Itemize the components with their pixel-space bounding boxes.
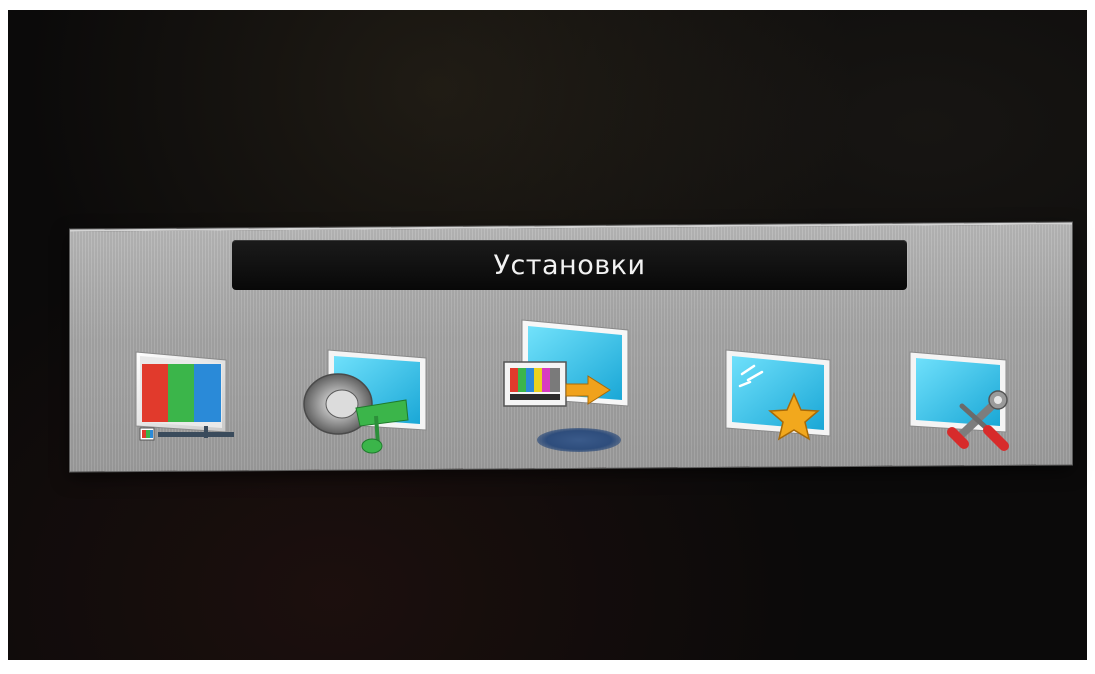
- menu-item-picture[interactable]: [130, 346, 240, 446]
- selection-indicator: [537, 428, 621, 452]
- menu-item-sound[interactable]: [302, 346, 432, 456]
- speaker-music-note-icon: [303, 349, 427, 454]
- menu-item-channel[interactable]: [500, 318, 640, 418]
- menu-item-setup[interactable]: [906, 348, 1021, 453]
- monitor-tools-icon: [909, 351, 1009, 451]
- menu-title-bar: Установки: [232, 240, 907, 290]
- monitor-test-pattern-arrow-icon: [503, 319, 629, 407]
- monitor-star-icon: [725, 349, 831, 441]
- color-bars-monitor-icon: [135, 351, 234, 441]
- menu-item-features[interactable]: [722, 346, 837, 446]
- menu-title: Установки: [493, 249, 646, 281]
